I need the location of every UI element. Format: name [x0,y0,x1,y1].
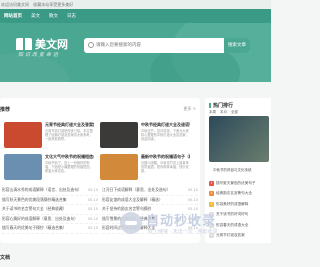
ranking-item[interactable]: 1 描写夏天景色的优美句子 [209,178,271,189]
bottom-section-title: 文档 [0,255,11,261]
list-item-date: 05-10 [87,216,98,221]
featured-image[interactable] [209,116,269,162]
sidebar-title: 热门排行 [213,103,234,109]
list-item[interactable]: 形容心情好的成语解释（意思、出处及造句） 05-10 [2,215,98,224]
list-item[interactable]: 形容友谊的成语大全及解释（精选） 05-10 [102,196,198,205]
search-input[interactable] [96,38,216,53]
article-list-left: 形容山清水秀的成语解释（语言、出处及造句） 05-10 描写秋天景色的优美段落摘抄… [2,186,98,234]
list-item[interactable]: 关于读书的名言警句大全（经典收藏） 05-10 [2,205,98,215]
watermark-subtitle: 收上链接 · 未访一次 · 自动收录 [148,229,218,235]
search-box: 搜索文章 [84,38,250,53]
ranking-tabs: 本周 本月 全部 [209,110,242,115]
article-summary: 中秋佳节，赏月猜谜，下面为大家精心整理的中秋灯谜大全及答案，欢迎阅读。 [141,129,189,142]
article-summary: 中秋节到了，送上一份美好的祝福，下面是小编整理的祝福短信，希望大家喜欢。 [45,161,93,174]
article-thumbnail[interactable] [100,122,138,148]
bookmark-link[interactable]: 收藏本站享受更多美好 [33,2,73,7]
nav-item-sanwen[interactable]: 散文 [49,13,58,19]
section-header: 推荐 更多 > [0,104,200,114]
main-nav: 网站首页 美文 散文 日志 [0,9,271,23]
nav-item-home[interactable]: 网站首页 [4,13,22,19]
article-thumbnail[interactable] [4,154,42,180]
top-info-bar: 欢迎访问美文网 收藏本站享受更多美好 [0,0,271,9]
accent-bar [209,103,211,108]
tab-week[interactable]: 本周 [209,110,216,115]
list-item-title[interactable]: 江河日下成语解释（意思、出处及造句） [102,187,180,193]
nav-item-meiwen[interactable]: 美文 [31,13,40,19]
ranking-item-title[interactable]: 描写夏天景色的优美句子 [216,181,256,186]
sidebar-header: 热门排行 [209,102,233,109]
list-item-date: 05-10 [87,207,98,212]
article-card[interactable]: 文化大气中秋节的祝福短信合集精选 中秋节到了，送上一份美好的祝福，下面是小编整理… [4,154,94,180]
list-item-date: 05-10 [87,226,98,231]
header-banner: 美文网 知识改变命运 搜索文章 [0,23,271,82]
ranking-item-title[interactable]: 形容美好的成语解释 [216,202,248,207]
list-item-title[interactable]: 关于读书的名言警句大全（经典收藏） [2,206,80,212]
article-title[interactable]: 中秋节经典灯谜大全及谜语答案精选 [141,122,190,127]
site-logo[interactable]: 美文网 知识改变命运 [16,36,68,58]
page: 欢迎访问美文网 收藏本站享受更多美好 网站首页 美文 散文 日志 美文网 知识改… [0,0,271,267]
list-item-title[interactable]: 形容友谊的成语大全及解释（精选） [102,197,180,203]
list-item[interactable]: 描写春天的优美句子摘抄（精选合集） 05-10 [2,224,98,234]
article-title[interactable]: 文化大气中秋节的祝福短信合集精选 [45,154,94,159]
logo-slogan: 知识改变命运 [18,52,61,58]
watermark-title: 自动秒收录 [146,214,217,229]
rank-number-badge: 1 [209,180,214,186]
list-item-date: 05-10 [187,197,198,202]
rank-number-badge: 2 [209,191,214,197]
nav-item-rizhi[interactable]: 日志 [67,13,76,19]
featured-caption[interactable]: 中秋节的风俗与文化传统 [213,168,252,173]
welcome-text: 欢迎访问美文网 [1,2,29,7]
article-card[interactable]: 最新中秋节的祝福语句子（精选合集） 月圆人团圆，中秋佳节送上最真挚的祝福语，愿你… [100,154,190,180]
article-thumbnail[interactable] [100,154,138,180]
tab-month[interactable]: 本月 [220,110,227,115]
search-button[interactable]: 搜索文章 [224,38,250,53]
section-title: 推荐 [0,106,11,113]
list-item-title[interactable]: 形容心情好的成语解释（意思、出处及造句） [2,216,80,222]
article-card[interactable]: 中秋节经典灯谜大全及谜语答案精选 中秋佳节，赏月猜谜，下面为大家精心整理的中秋灯… [100,122,190,148]
logo-text: 美文网 [35,38,68,51]
book-icon [16,38,32,50]
article-title[interactable]: 元宵节经典灯谜大全及答案集锦 [45,122,94,127]
article-card[interactable]: 元宵节经典灯谜大全及答案集锦 元宵节猜灯谜是传统习俗，本文整理了经典灯谜及答案供… [4,122,94,148]
ranking-item-title[interactable]: 经典励志名言警句大全 [216,191,252,196]
list-item[interactable]: 江河日下成语解释（意思、出处及造句） 05-10 [102,186,198,196]
link-icon [120,212,142,234]
list-item-date: 05-10 [87,188,98,193]
article-title[interactable]: 最新中秋节的祝福语句子（精选合集） [141,154,190,159]
search-icon [88,42,94,48]
list-item[interactable]: 描写秋天景色的优美段落摘抄精选合集 05-10 [2,196,98,205]
list-item-title[interactable]: 描写秋天景色的优美段落摘抄精选合集 [2,197,80,203]
list-item-title[interactable]: 形容山清水秀的成语解释（语言、出处及造句） [2,187,80,193]
ranking-item[interactable]: 2 经典励志名言警句大全 [209,189,271,200]
article-thumbnail[interactable] [4,122,42,148]
ranking-item[interactable]: 3 形容美好的成语解释 [209,199,271,210]
article-summary: 月圆人团圆，中秋佳节送上最真挚的祝福语，愿你阖家幸福，快乐安康。 [141,161,189,174]
rank-number-badge: 3 [209,201,214,207]
tab-all[interactable]: 全部 [231,110,238,115]
more-link[interactable]: 更多 > [183,106,196,112]
list-item-date: 05-10 [187,188,198,193]
article-summary: 元宵节猜灯谜是传统习俗，本文整理了经典灯谜及答案供大家参考，一起来看看吧。 [45,129,93,142]
list-item-date: 05-10 [87,197,98,202]
list-item-title[interactable]: 描写春天的优美句子摘抄（精选合集） [2,225,80,231]
watermark: 自动秒收录 收上链接 · 未访一次 · 自动收录 [118,210,271,240]
list-item[interactable]: 形容山清水秀的成语解释（语言、出处及造句） 05-10 [2,186,98,196]
